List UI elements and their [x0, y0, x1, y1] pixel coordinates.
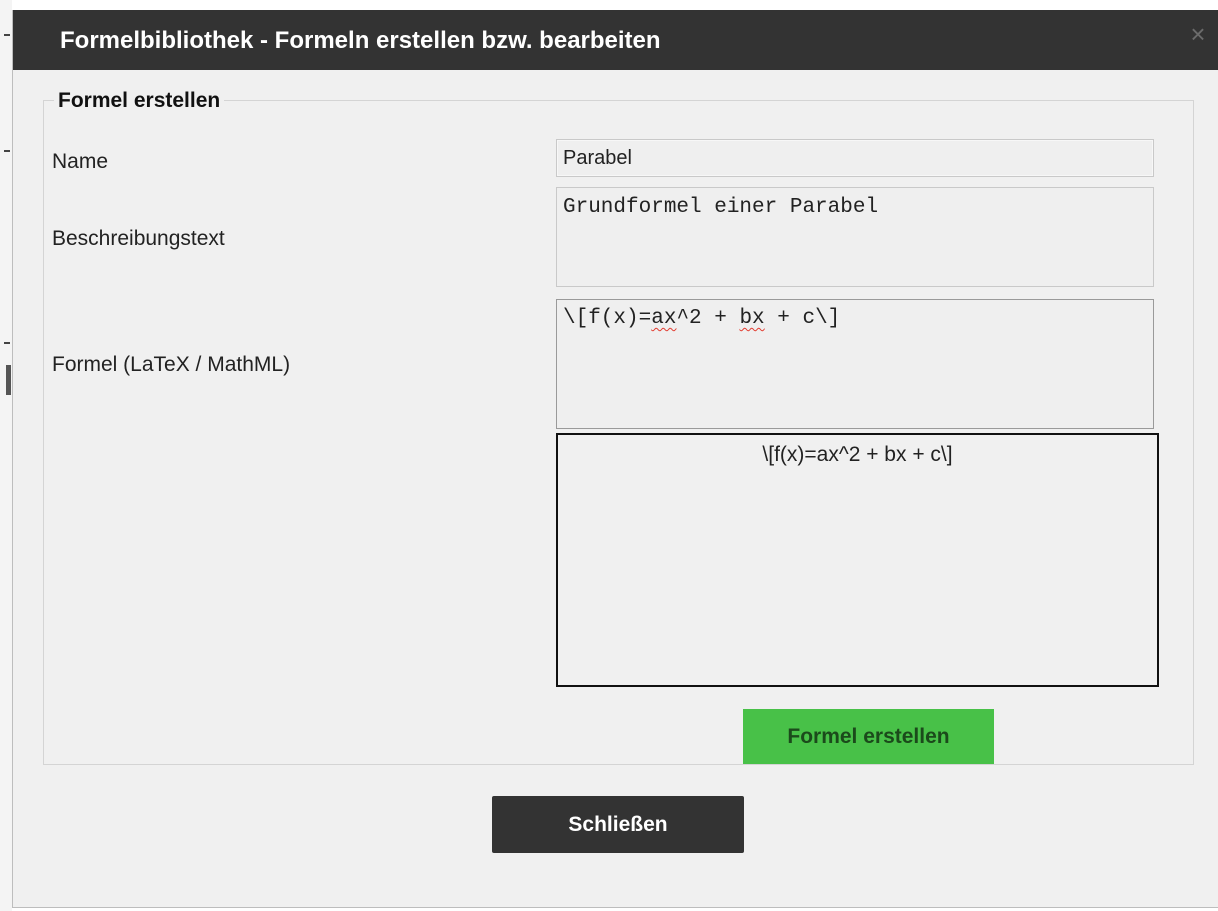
- name-label: Name: [52, 150, 109, 173]
- description-textarea[interactable]: Grundformel einer Parabel: [556, 187, 1154, 287]
- background-fragment: [4, 150, 10, 152]
- formula-preview: \[f(x)=ax^2 + bx + c\]: [556, 433, 1159, 687]
- fieldset-legend: Formel erstellen: [54, 89, 225, 113]
- close-button[interactable]: Schließen: [492, 796, 744, 853]
- spellcheck-word: bx: [739, 307, 765, 330]
- background-scroll-fragment: [6, 365, 11, 395]
- formula-dialog: Formelbibliothek - Formeln erstellen bzw…: [12, 10, 1218, 908]
- formula-label: Formel (LaTeX / MathML): [52, 353, 291, 376]
- dialog-title: Formelbibliothek - Formeln erstellen bzw…: [60, 27, 661, 54]
- name-input[interactable]: Parabel: [556, 139, 1154, 177]
- background-page-edge: [0, 0, 12, 911]
- close-icon[interactable]: ×: [1186, 21, 1210, 47]
- create-formula-button[interactable]: Formel erstellen: [743, 709, 994, 764]
- formula-text-segment: \[f(x)=: [563, 307, 652, 330]
- formula-text-segment: ^2 +: [676, 307, 740, 330]
- formula-textarea[interactable]: \[f(x)=ax^2 + bx + c\]: [556, 299, 1154, 429]
- background-fragment: [4, 342, 10, 344]
- formula-text-segment: + c\]: [764, 307, 841, 330]
- dialog-titlebar: Formelbibliothek - Formeln erstellen bzw…: [13, 10, 1218, 70]
- spellcheck-word: ax: [651, 307, 677, 330]
- create-formula-fieldset: Formel erstellen Name Parabel Beschreibu…: [43, 89, 1194, 765]
- description-label: Beschreibungstext: [52, 227, 225, 250]
- formula-preview-text: \[f(x)=ax^2 + bx + c\]: [762, 443, 953, 466]
- background-fragment: [4, 34, 10, 36]
